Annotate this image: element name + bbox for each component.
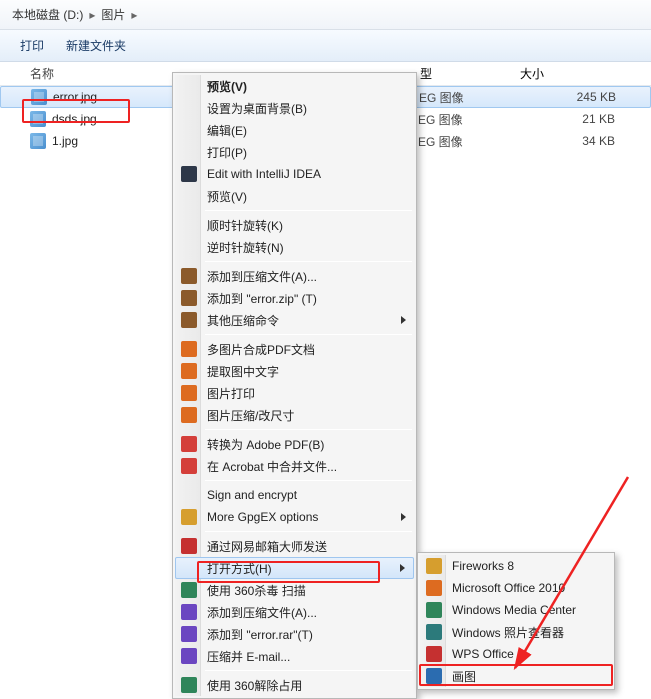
- chevron-right-icon: [400, 564, 405, 572]
- submenu-paint[interactable]: 画图: [420, 665, 612, 687]
- menu-preview2[interactable]: 预览(V): [175, 185, 414, 207]
- print-icon: [181, 385, 197, 401]
- wps-icon: [426, 646, 442, 662]
- menu-separator: [205, 670, 412, 671]
- adobe-icon: [181, 436, 197, 452]
- file-type: EG 图像: [419, 89, 464, 106]
- ocr-icon: [181, 363, 197, 379]
- rar-icon: [181, 626, 197, 642]
- menu-separator: [205, 429, 412, 430]
- submenu-wmc[interactable]: Windows Media Center: [420, 599, 612, 621]
- photo-viewer-icon: [426, 624, 442, 640]
- archive-icon: [181, 268, 197, 284]
- submenu-fireworks[interactable]: Fireworks 8: [420, 555, 612, 577]
- submenu-photo-viewer[interactable]: Windows 照片查看器: [420, 621, 612, 643]
- adobe-icon: [181, 458, 197, 474]
- menu-edit[interactable]: 编辑(E): [175, 119, 414, 141]
- menu-separator: [205, 480, 412, 481]
- file-size: 21 KB: [555, 112, 615, 126]
- breadcrumb-sep-icon: ▸: [89, 8, 95, 22]
- toolbar: 打印 新建文件夹: [0, 30, 651, 62]
- print-button[interactable]: 打印: [20, 37, 44, 54]
- menu-rotate-ccw[interactable]: 逆时针旋转(N): [175, 236, 414, 258]
- intellij-icon: [181, 166, 197, 182]
- file-size: 245 KB: [556, 90, 616, 104]
- menu-add-archive[interactable]: 添加到压缩文件(A)...: [175, 265, 414, 287]
- menu-separator: [205, 334, 412, 335]
- menu-separator: [205, 531, 412, 532]
- menu-acrobat-merge[interactable]: 在 Acrobat 中合并文件...: [175, 455, 414, 477]
- image-file-icon: [30, 133, 46, 149]
- open-with-submenu: Fireworks 8 Microsoft Office 2010 Window…: [417, 552, 615, 690]
- pdf-icon: [181, 341, 197, 357]
- menu-pdf-merge[interactable]: 多图片合成PDF文档: [175, 338, 414, 360]
- chevron-right-icon: [401, 513, 406, 521]
- menu-add-rar[interactable]: 添加到压缩文件(A)...: [175, 601, 414, 623]
- file-type: EG 图像: [418, 133, 463, 150]
- menu-img-print[interactable]: 图片打印: [175, 382, 414, 404]
- menu-set-wallpaper[interactable]: 设置为桌面背景(B): [175, 97, 414, 119]
- paint-icon: [426, 668, 442, 684]
- breadcrumb-part-1[interactable]: 本地磁盘 (D:): [12, 6, 83, 23]
- archive-icon: [181, 290, 197, 306]
- rar-icon: [181, 648, 197, 664]
- col-type-header[interactable]: 型: [420, 65, 432, 82]
- file-name: error.jpg: [53, 90, 97, 104]
- breadcrumb-sep-icon: ▸: [131, 8, 137, 22]
- file-size: 34 KB: [555, 134, 615, 148]
- rar-icon: [181, 604, 197, 620]
- file-type: EG 图像: [418, 111, 463, 128]
- submenu-msoffice[interactable]: Microsoft Office 2010: [420, 577, 612, 599]
- col-name-header[interactable]: 名称: [0, 65, 200, 82]
- menu-print[interactable]: 打印(P): [175, 141, 414, 163]
- chevron-right-icon: [401, 316, 406, 324]
- col-size-header[interactable]: 大小: [520, 65, 544, 82]
- menu-netease-send[interactable]: 通过网易邮箱大师发送: [175, 535, 414, 557]
- shield-icon: [181, 582, 197, 598]
- menu-open-with[interactable]: 打开方式(H): [175, 557, 414, 579]
- submenu-wps[interactable]: WPS Office: [420, 643, 612, 665]
- mail-icon: [181, 538, 197, 554]
- menu-intellij[interactable]: Edit with IntelliJ IDEA: [175, 163, 414, 185]
- menu-rotate-cw[interactable]: 顺时针旋转(K): [175, 214, 414, 236]
- menu-unlock360[interactable]: 使用 360解除占用: [175, 674, 414, 696]
- breadcrumb-part-2[interactable]: 图片: [101, 6, 125, 23]
- image-file-icon: [31, 89, 47, 105]
- file-name: 1.jpg: [52, 134, 78, 148]
- menu-rar-email[interactable]: 压缩并 E-mail...: [175, 645, 414, 667]
- image-file-icon: [30, 111, 46, 127]
- menu-separator: [205, 210, 412, 211]
- menu-scan360[interactable]: 使用 360杀毒 扫描: [175, 579, 414, 601]
- file-name: dsds.jpg: [52, 112, 97, 126]
- menu-preview[interactable]: 预览(V): [175, 75, 414, 97]
- unlock-icon: [181, 677, 197, 693]
- menu-extract-text[interactable]: 提取图中文字: [175, 360, 414, 382]
- menu-add-zip[interactable]: 添加到 "error.zip" (T): [175, 287, 414, 309]
- breadcrumb[interactable]: 本地磁盘 (D:) ▸ 图片 ▸: [0, 0, 651, 30]
- menu-other-compress[interactable]: 其他压缩命令: [175, 309, 414, 331]
- archive-icon: [181, 312, 197, 328]
- menu-img-resize[interactable]: 图片压缩/改尺寸: [175, 404, 414, 426]
- menu-add-rar2[interactable]: 添加到 "error.rar"(T): [175, 623, 414, 645]
- menu-to-pdf[interactable]: 转换为 Adobe PDF(B): [175, 433, 414, 455]
- new-folder-button[interactable]: 新建文件夹: [66, 37, 126, 54]
- menu-separator: [205, 261, 412, 262]
- resize-icon: [181, 407, 197, 423]
- menu-sign-encrypt[interactable]: Sign and encrypt: [175, 484, 414, 506]
- wmc-icon: [426, 602, 442, 618]
- menu-gpgex[interactable]: More GpgEX options: [175, 506, 414, 528]
- context-menu: 预览(V) 设置为桌面背景(B) 编辑(E) 打印(P) Edit with I…: [172, 72, 417, 699]
- office-icon: [426, 580, 442, 596]
- fireworks-icon: [426, 558, 442, 574]
- lock-icon: [181, 509, 197, 525]
